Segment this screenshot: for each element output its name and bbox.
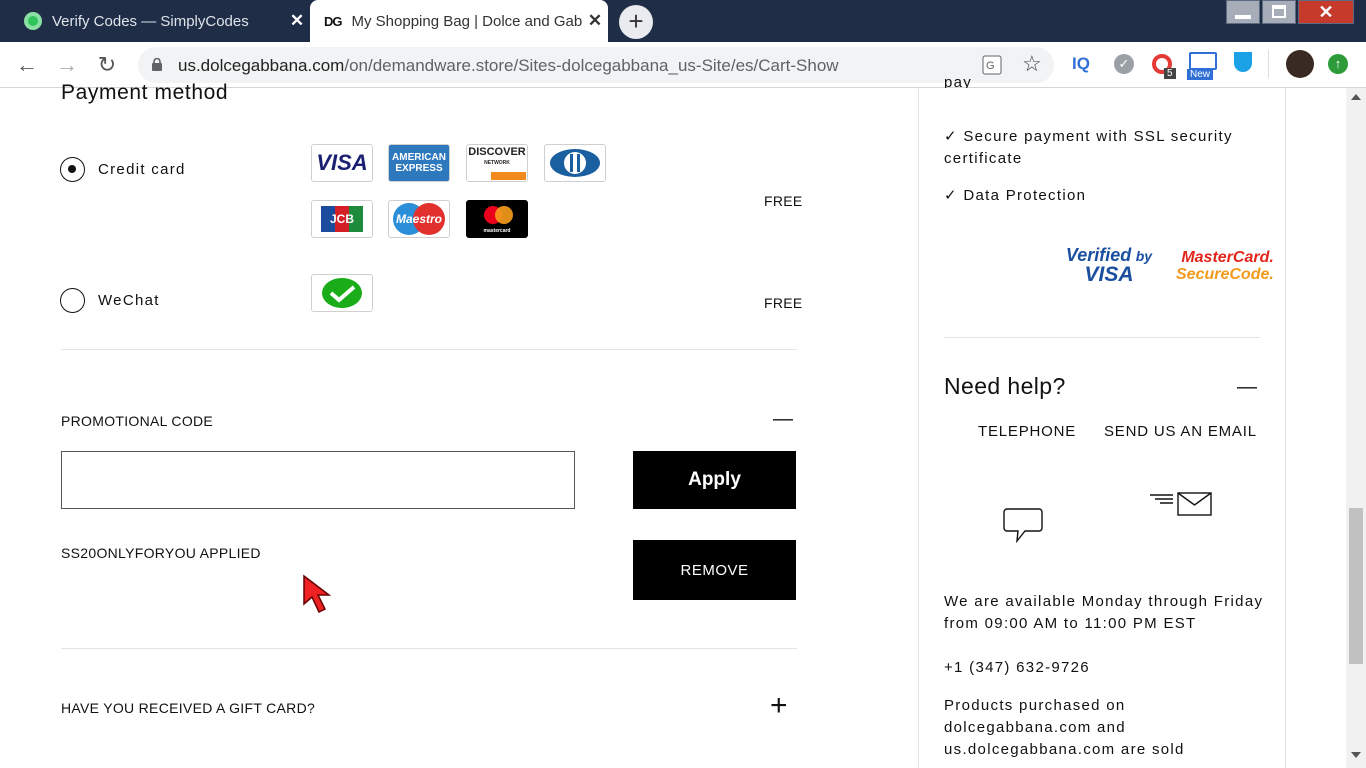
- toolbar-divider: [1268, 50, 1269, 78]
- tab-title: My Shopping Bag | Dolce and Gabbana: [351, 12, 583, 30]
- mastercard-securecode-logo: MasterCard. SecureCode.: [1176, 249, 1274, 283]
- secure-payment-text: Secure payment with SSL security certifi…: [944, 128, 1233, 167]
- lock-icon: [152, 58, 162, 71]
- shield-extension-icon[interactable]: [1234, 52, 1252, 72]
- section-divider: [61, 349, 797, 350]
- update-arrow-icon[interactable]: ↑: [1328, 54, 1348, 74]
- wechat-logo-icon: [322, 278, 362, 308]
- amex-card-icon: AMERICAN EXPRESS: [388, 144, 450, 182]
- secure-payment-item: ✓ Secure payment with SSL security certi…: [944, 126, 1264, 170]
- mc-bottom-text: SecureCode.: [1176, 266, 1274, 283]
- new-extension-icon[interactable]: [1189, 52, 1217, 70]
- section-divider: [61, 648, 797, 649]
- close-tab-icon[interactable]: ✕: [284, 11, 310, 31]
- forward-arrow-icon[interactable]: →: [52, 50, 82, 80]
- minimize-window-button[interactable]: [1226, 0, 1260, 24]
- gift-card-title[interactable]: HAVE YOU RECEIVED A GIFT CARD?: [61, 700, 315, 716]
- wechat-price: FREE: [764, 295, 803, 311]
- chat-bubble-icon[interactable]: [1003, 506, 1043, 544]
- maximize-window-button[interactable]: [1262, 0, 1296, 24]
- telephone-link[interactable]: TELEPHONE: [978, 423, 1076, 440]
- applied-code-text: SS20ONLYFORYOU APPLIED: [61, 545, 261, 561]
- translate-icon[interactable]: G: [982, 55, 1002, 75]
- browser-tab-strip: Verify Codes — SimplyCodes ✕ DG My Shopp…: [0, 0, 1366, 42]
- scrollbar-track[interactable]: [1346, 88, 1366, 768]
- discover-sub-text: NETWORK: [484, 159, 510, 166]
- verified-text: Verified: [1065, 245, 1132, 265]
- profile-avatar[interactable]: [1286, 50, 1314, 78]
- scroll-down-icon[interactable]: [1351, 752, 1361, 758]
- iq-extension-icon[interactable]: IQ: [1072, 54, 1090, 74]
- verified-visa-text: VISA: [1084, 263, 1134, 286]
- data-protection-item: ✓ Data Protection: [944, 185, 1264, 207]
- close-tab-icon[interactable]: ✕: [582, 11, 608, 31]
- payment-method-heading: Payment method: [61, 81, 229, 104]
- amex-top-text: AMERICAN: [392, 152, 446, 163]
- extension-badge-count: 5: [1164, 68, 1176, 79]
- discover-text: DISCOVER: [468, 145, 526, 158]
- diners-card-icon: [544, 144, 606, 182]
- jcb-text: JCB: [329, 212, 354, 226]
- wechat-radio[interactable]: [60, 288, 85, 313]
- check-icon: ✓: [944, 187, 958, 204]
- mastercard-icon: mastercard: [466, 200, 528, 238]
- simplycodes-favicon-icon: [24, 12, 42, 30]
- promo-collapse-icon[interactable]: —: [773, 408, 793, 431]
- remove-button[interactable]: REMOVE: [633, 540, 796, 600]
- scrollbar-thumb[interactable]: [1349, 508, 1363, 664]
- scroll-up-icon[interactable]: [1351, 94, 1361, 100]
- mastercard-text: mastercard: [483, 228, 511, 234]
- credit-card-price: FREE: [764, 193, 803, 209]
- discover-stripe: [468, 171, 526, 180]
- url-text[interactable]: us.dolcegabbana.com/on/demandware.store/…: [178, 56, 839, 76]
- phone-number[interactable]: +1 (347) 632-9726: [944, 657, 1090, 679]
- tab-simplycodes[interactable]: Verify Codes — SimplyCodes ✕: [14, 0, 310, 42]
- discover-card-icon: DISCOVER NETWORK: [466, 144, 528, 182]
- wechat-label: WeChat: [98, 292, 160, 309]
- help-collapse-icon[interactable]: —: [1237, 376, 1257, 399]
- mouse-cursor-icon: [303, 574, 332, 614]
- jcb-card-icon: JCB: [311, 200, 373, 238]
- sidebar-left-border: [918, 88, 919, 768]
- back-arrow-icon[interactable]: ←: [12, 50, 42, 80]
- promo-code-input[interactable]: [61, 451, 575, 509]
- close-window-button[interactable]: ✕: [1298, 0, 1354, 24]
- diners-logo-icon: [550, 149, 600, 177]
- credit-card-radio[interactable]: [60, 157, 85, 182]
- new-tab-button[interactable]: +: [619, 5, 653, 39]
- data-protection-text: Data Protection: [963, 187, 1087, 204]
- new-badge: New: [1187, 69, 1214, 80]
- maestro-card-icon: Maestro: [388, 200, 450, 238]
- svg-text:G: G: [986, 60, 995, 72]
- maestro-text: Maestro: [395, 212, 442, 226]
- email-link[interactable]: SEND US AN EMAIL: [1104, 423, 1257, 440]
- apply-button[interactable]: Apply: [633, 451, 796, 509]
- bookmark-star-icon[interactable]: ☆: [1022, 51, 1042, 77]
- dg-favicon-icon: DG: [324, 13, 342, 29]
- sidebar-right-border: [1285, 88, 1286, 768]
- email-envelope-icon[interactable]: [1149, 490, 1213, 518]
- wechat-pay-icon: [311, 274, 373, 312]
- url-path: /on/demandware.store/Sites-dolcegabbana_…: [344, 56, 839, 75]
- need-help-title: Need help?: [944, 373, 1066, 399]
- tab-dolce-gabbana[interactable]: DG My Shopping Bag | Dolce and Gabbana ✕: [310, 0, 608, 42]
- sidebar-divider: [944, 337, 1260, 338]
- visa-card-icon: VISA: [311, 144, 373, 182]
- promo-title: PROMOTIONAL CODE: [61, 413, 214, 429]
- gift-expand-icon[interactable]: +: [770, 691, 788, 721]
- check-extension-icon[interactable]: ✓: [1114, 54, 1134, 74]
- credit-card-label: Credit card: [98, 161, 186, 178]
- availability-text: We are available Monday through Friday f…: [944, 593, 1264, 632]
- truncated-heading: pay: [944, 74, 973, 88]
- mc-top-text: MasterCard.: [1181, 249, 1274, 266]
- products-note: Products purchased on dolcegabbana.com a…: [944, 697, 1185, 758]
- address-bar[interactable]: us.dolcegabbana.com/on/demandware.store/…: [138, 47, 1054, 83]
- tab-title: Verify Codes — SimplyCodes: [52, 12, 249, 30]
- check-icon: ✓: [944, 128, 958, 145]
- amex-bottom-text: EXPRESS: [395, 163, 443, 174]
- verified-by-visa-logo: Verified by VISA: [1064, 246, 1154, 286]
- reload-icon[interactable]: ↻: [92, 50, 122, 80]
- url-domain: us.dolcegabbana.com: [178, 56, 345, 75]
- verified-by-text: by: [1135, 248, 1153, 264]
